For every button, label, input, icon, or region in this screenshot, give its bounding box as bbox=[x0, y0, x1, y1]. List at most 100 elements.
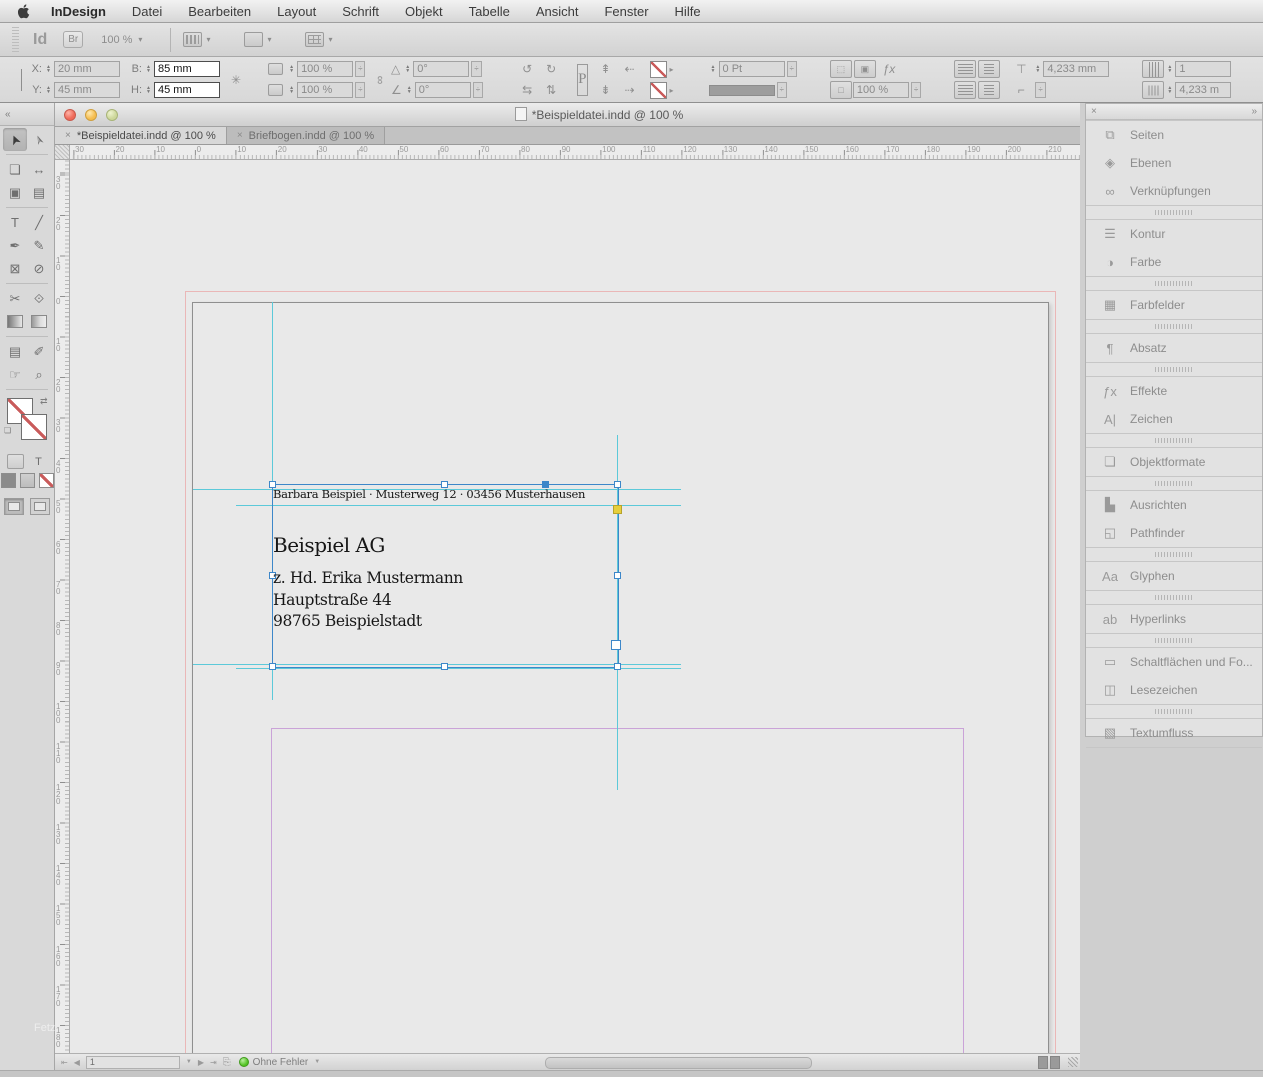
select-previous-button[interactable]: ⇠ bbox=[619, 60, 641, 78]
wrap-bounding-box-button[interactable] bbox=[978, 60, 1001, 78]
selection-tool[interactable]: ➤ bbox=[3, 128, 27, 151]
panel-button-ausrichten[interactable]: ▙ Ausrichten bbox=[1086, 491, 1262, 519]
stroke-style-stepper[interactable]: ÷ bbox=[776, 82, 787, 98]
vertical-ruler[interactable]: 3 0 2 0 1 0 0 1 0 2 0 3 0 4 0 5 0 6 0 7 0 8 0 9 0 1 0… bbox=[55, 160, 70, 1053]
horizontal-ruler[interactable]: 30 20 10 0 10 20 30 40 50 60 70 80 90 100 110 120 130 140… bbox=[70, 145, 1080, 160]
gutter-field[interactable]: 4,233 m bbox=[1175, 82, 1232, 98]
stroke-weight-stepper[interactable]: ÷ bbox=[786, 61, 797, 77]
menu-bearbeiten[interactable]: Bearbeiten bbox=[188, 4, 251, 19]
frame-handle-bottom-left[interactable] bbox=[269, 663, 276, 670]
y-spinner[interactable]: ▲ ▼ bbox=[44, 86, 53, 95]
height-field[interactable]: 45 mm bbox=[154, 82, 220, 98]
rotation-spinner[interactable]: ▲ ▼ bbox=[403, 65, 412, 74]
gutter-spinner[interactable]: ▲ ▼ bbox=[1165, 86, 1174, 95]
tab-beispieldatei[interactable]: × *Beispieldatei.indd @ 100 % bbox=[55, 127, 227, 144]
tab-close-icon[interactable]: × bbox=[65, 130, 71, 141]
panel-button-kontur[interactable]: ☰ Kontur bbox=[1086, 220, 1262, 248]
panel-button-farbe[interactable]: ◑ Farbe bbox=[1086, 248, 1262, 276]
previous-page-button[interactable]: ◀ bbox=[74, 1058, 80, 1067]
select-next-button[interactable]: ⇢ bbox=[619, 81, 641, 99]
corner-options-icon[interactable]: ⌐ bbox=[1010, 81, 1032, 99]
x-field[interactable]: 20 mm bbox=[54, 61, 120, 77]
view-options-dropdown[interactable]: ▾ bbox=[183, 32, 226, 47]
panel-button-schaltfl-chen-und-fo-[interactable]: ▭ Schaltflächen und Fo... bbox=[1086, 648, 1262, 676]
stroke-weight-field[interactable]: 0 Pt bbox=[718, 61, 785, 77]
arrange-documents-dropdown[interactable]: ▾ bbox=[305, 32, 348, 47]
fill-caret-icon[interactable]: ▸ bbox=[670, 65, 674, 74]
minimize-window-button[interactable] bbox=[85, 108, 97, 121]
panel-button-pathfinder[interactable]: ◱ Pathfinder bbox=[1086, 519, 1262, 547]
height-spinner[interactable]: ▲ ▼ bbox=[144, 86, 153, 95]
constrain-scale-chain-icon[interactable]: ∞ bbox=[374, 75, 388, 84]
panel-button-seiten[interactable]: ⧉ Seiten bbox=[1086, 121, 1262, 149]
scale-y-field[interactable]: 100 % bbox=[297, 82, 354, 98]
wrap-none-button[interactable] bbox=[954, 60, 977, 78]
hand-tool[interactable]: ☞ bbox=[3, 363, 27, 386]
scroll-left-button[interactable] bbox=[1038, 1056, 1048, 1069]
formatting-affects-text-button[interactable]: T bbox=[30, 454, 47, 469]
scissors-tool[interactable]: ✂ bbox=[3, 287, 27, 310]
rotate-ccw-button[interactable]: ↺ bbox=[516, 60, 538, 78]
note-tool[interactable]: ▤ bbox=[3, 340, 27, 363]
default-fill-stroke-icon[interactable]: ❏ bbox=[4, 426, 11, 435]
panel-button-zeichen[interactable]: A| Zeichen bbox=[1086, 405, 1262, 433]
screen-mode-normal-button[interactable] bbox=[4, 498, 24, 515]
width-field[interactable]: 85 mm bbox=[154, 61, 220, 77]
zoom-window-button[interactable] bbox=[106, 108, 118, 121]
shear-spinner[interactable]: ▲ ▼ bbox=[405, 86, 414, 95]
close-window-button[interactable] bbox=[64, 108, 76, 121]
apply-color-button[interactable] bbox=[0, 473, 16, 488]
line-tool[interactable]: ╱ bbox=[27, 211, 51, 234]
eyedropper-tool[interactable]: ✐ bbox=[27, 340, 51, 363]
scale-y-stepper[interactable]: ÷ bbox=[355, 82, 366, 98]
stroke-swatch[interactable] bbox=[21, 414, 47, 440]
frame-handle-top-right[interactable] bbox=[614, 481, 621, 488]
preflight-caret-icon[interactable]: ▼ bbox=[314, 1059, 320, 1065]
scale-x-stepper[interactable]: ÷ bbox=[355, 61, 366, 77]
menu-tabelle[interactable]: Tabelle bbox=[469, 4, 510, 19]
document-canvas[interactable]: Barbara Beispiel · Musterweg 12 · 03456 … bbox=[70, 160, 1080, 1053]
select-container-indicator[interactable]: P bbox=[577, 63, 588, 96]
zoom-level-dropdown[interactable]: 100 % bbox=[101, 34, 132, 46]
width-spinner[interactable]: ▲ ▼ bbox=[144, 65, 153, 74]
fill-swatch-none[interactable] bbox=[649, 60, 667, 78]
scale-x-field[interactable]: 100 % bbox=[297, 61, 354, 77]
menu-schrift[interactable]: Schrift bbox=[342, 4, 379, 19]
tools-panel-header[interactable]: « bbox=[0, 103, 54, 126]
select-object-icon[interactable]: ⬚ bbox=[829, 60, 852, 78]
corner-options-stepper[interactable]: ÷ bbox=[1035, 82, 1046, 98]
horizontal-scrollbar-thumb[interactable] bbox=[545, 1057, 812, 1069]
screen-mode-dropdown[interactable]: ▾ bbox=[244, 32, 287, 47]
ruler-origin-corner[interactable] bbox=[55, 145, 70, 160]
panel-button-glyphen[interactable]: Aa Glyphen bbox=[1086, 562, 1262, 590]
menu-datei[interactable]: Datei bbox=[132, 4, 162, 19]
stroke-swatch-none[interactable] bbox=[649, 81, 667, 99]
pencil-tool[interactable]: ✎ bbox=[27, 234, 51, 257]
direct-selection-tool[interactable]: ➢ bbox=[27, 128, 51, 151]
panel-button-objektformate[interactable]: ❏ Objektformate bbox=[1086, 448, 1262, 476]
panel-button-effekte[interactable]: ƒx Effekte bbox=[1086, 377, 1262, 405]
next-page-button[interactable]: ▶ bbox=[198, 1058, 204, 1067]
scroll-right-button[interactable] bbox=[1050, 1056, 1060, 1069]
page-number-field[interactable]: 1 bbox=[85, 1055, 180, 1069]
stroke-weight-spinner[interactable]: ▲ ▼ bbox=[709, 65, 718, 74]
menu-hilfe[interactable]: Hilfe bbox=[675, 4, 701, 19]
gap-tool[interactable]: ↔ bbox=[27, 158, 51, 181]
columns-spinner[interactable]: ▲ ▼ bbox=[1165, 65, 1174, 74]
menu-layout[interactable]: Layout bbox=[277, 4, 316, 19]
apply-gradient-button[interactable] bbox=[19, 473, 35, 488]
apple-icon[interactable] bbox=[18, 3, 31, 19]
menu-objekt[interactable]: Objekt bbox=[405, 4, 443, 19]
dock-expand-icon[interactable]: » bbox=[1251, 106, 1257, 117]
window-resize-grip[interactable] bbox=[1068, 1057, 1078, 1067]
constrain-proportions-icon[interactable]: ✳ bbox=[231, 73, 241, 87]
tab-briefbogen[interactable]: × Briefbogen.indd @ 100 % bbox=[226, 127, 386, 144]
last-page-button[interactable]: ⇥ bbox=[210, 1058, 217, 1067]
opacity-stepper[interactable]: ÷ bbox=[910, 82, 922, 98]
text-out-port[interactable] bbox=[611, 640, 621, 650]
scale-y-spinner[interactable]: ▲ ▼ bbox=[287, 86, 296, 95]
panel-button-ebenen[interactable]: ◈ Ebenen bbox=[1086, 149, 1262, 177]
rotation-stepper[interactable]: ÷ bbox=[471, 61, 482, 77]
panel-button-absatz[interactable]: ¶ Absatz bbox=[1086, 334, 1262, 362]
x-spinner[interactable]: ▲ ▼ bbox=[44, 65, 53, 74]
